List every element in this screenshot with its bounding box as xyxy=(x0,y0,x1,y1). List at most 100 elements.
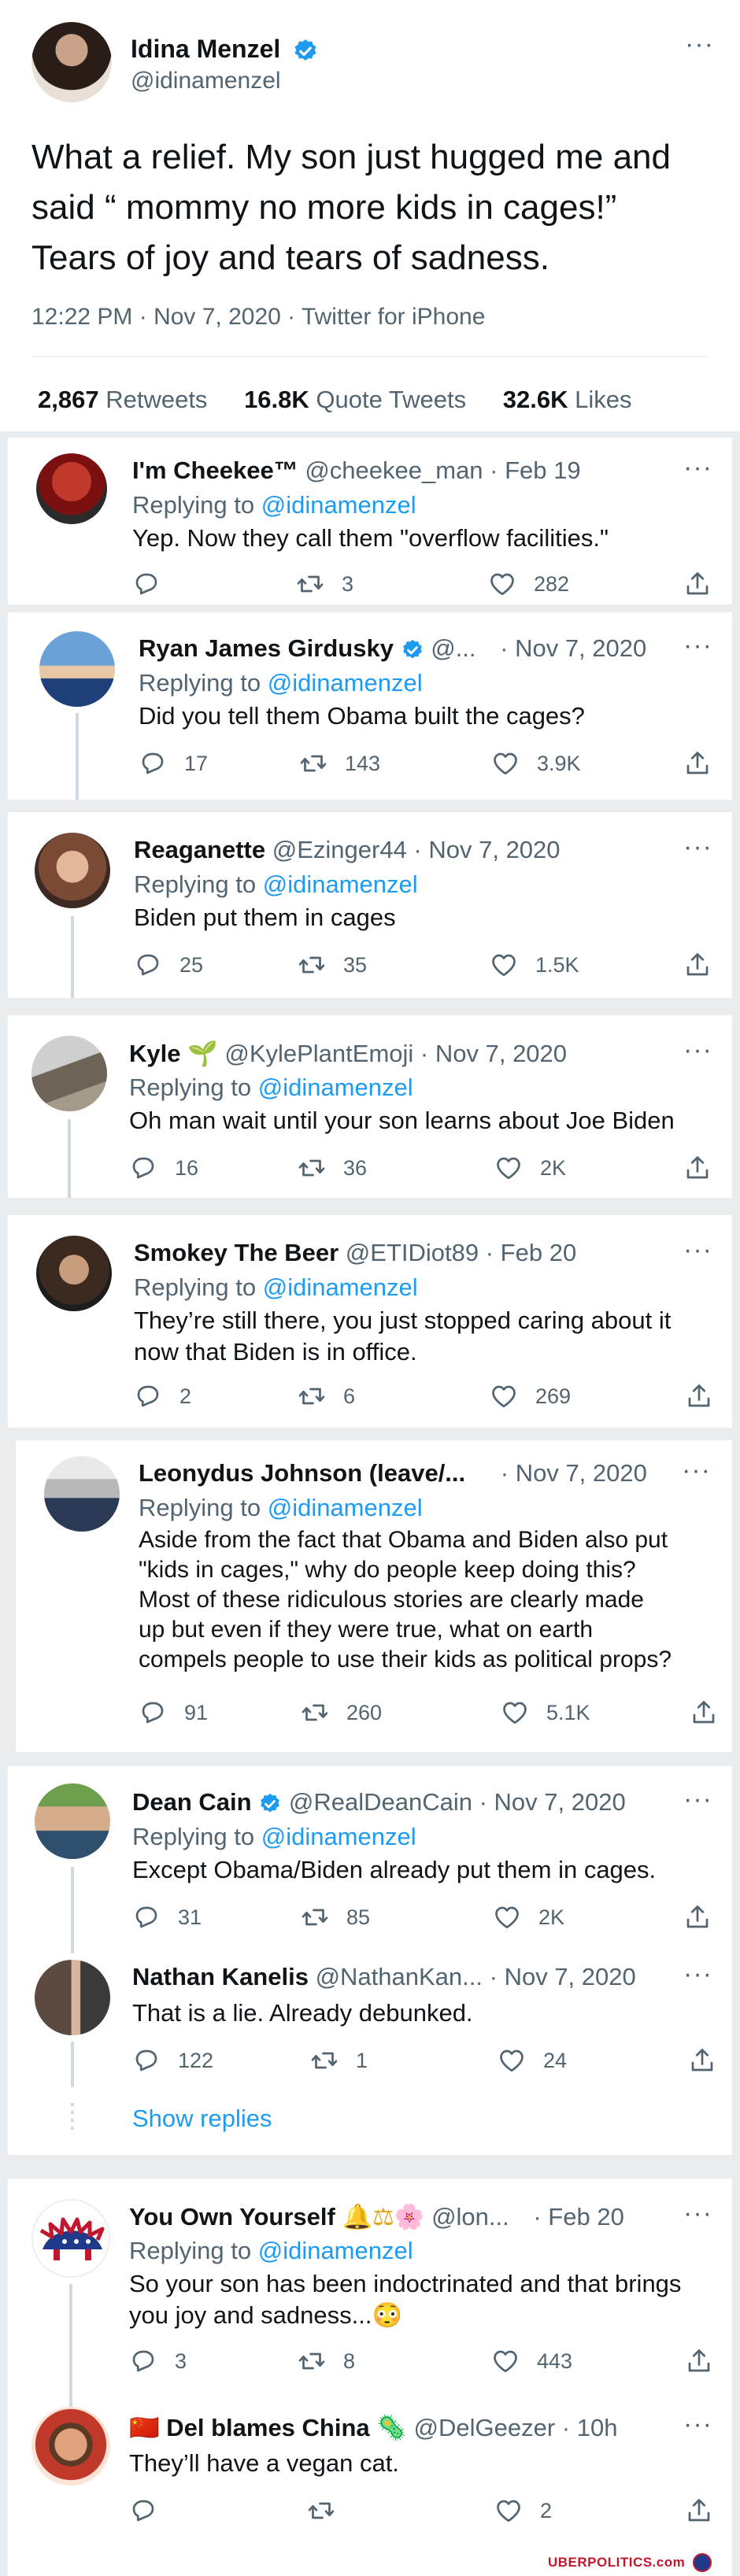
author-name[interactable]: Dean Cain xyxy=(132,1788,252,1816)
more-options-icon[interactable]: ··· xyxy=(683,833,712,860)
like-action[interactable]: 3.9K xyxy=(491,749,581,778)
reply-action[interactable] xyxy=(129,2497,175,2525)
reply-action[interactable]: 3 xyxy=(129,2347,187,2375)
reply-action[interactable]: 91 xyxy=(139,1698,208,1727)
share-action[interactable] xyxy=(685,1382,731,1410)
avatar[interactable] xyxy=(35,833,110,908)
retweet-action[interactable]: 143 xyxy=(299,749,380,778)
reply-card[interactable]: I'm Cheekee™ @cheekee_man · Feb 19 ··· R… xyxy=(8,438,732,604)
author-handle[interactable]: @DelGeezer xyxy=(414,2414,556,2441)
more-options-icon[interactable]: ··· xyxy=(683,1786,712,1813)
porcupine-logo-avatar[interactable] xyxy=(31,2199,110,2278)
main-author-name[interactable]: Idina Menzel xyxy=(131,35,280,63)
share-action[interactable] xyxy=(683,1154,729,1182)
more-options-icon[interactable]: ··· xyxy=(683,2200,712,2227)
author-name[interactable]: Reaganette xyxy=(134,836,265,863)
reply-card[interactable]: Reaganette @Ezinger44 · Nov 7, 2020 ··· … xyxy=(8,812,732,998)
author-handle[interactable]: @... xyxy=(431,634,475,662)
more-options-icon[interactable]: ··· xyxy=(683,632,712,659)
tweet-date[interactable]: · Nov 7, 2020 xyxy=(413,836,560,863)
author-name[interactable]: I'm Cheekee™ xyxy=(132,456,298,484)
quote-count[interactable]: 16.8K xyxy=(244,386,309,413)
reply-action[interactable] xyxy=(132,570,178,598)
author-handle[interactable]: @Ezinger44 xyxy=(272,836,407,863)
reply-card[interactable]: Kyle 🌱 @KylePlantEmoji · Nov 7, 2020 ···… xyxy=(8,1015,732,1198)
reply-action[interactable]: 2 xyxy=(134,1382,191,1410)
share-action[interactable] xyxy=(683,749,729,778)
author-handle[interactable]: @NathanKan... xyxy=(316,1963,483,1990)
author-handle[interactable]: @ETIDiot89 xyxy=(346,1239,479,1266)
replying-handle-link[interactable]: @idinamenzel xyxy=(268,669,423,697)
retweet-action[interactable]: 8 xyxy=(298,2347,355,2375)
author-handle[interactable]: @RealDeanCain xyxy=(289,1788,472,1816)
avatar[interactable] xyxy=(31,1036,107,1111)
reply-action[interactable]: 31 xyxy=(132,1903,202,1931)
like-action[interactable]: 24 xyxy=(498,2046,567,2075)
main-author-handle[interactable]: @idinamenzel xyxy=(131,68,281,94)
author-name[interactable]: You Own Yourself xyxy=(129,2203,335,2230)
tweet-date[interactable]: · Nov 7, 2020 xyxy=(420,1040,567,1067)
more-options-icon[interactable]: ··· xyxy=(682,1457,711,1484)
replying-handle-link[interactable]: @idinamenzel xyxy=(263,870,418,898)
more-options-icon[interactable]: ··· xyxy=(683,1236,712,1263)
author-handle[interactable]: @KylePlantEmoji xyxy=(224,1040,413,1067)
reply-card[interactable]: Ryan James Girdusky @... · Nov 7, 2020 ·… xyxy=(8,612,732,800)
retweet-action[interactable]: 6 xyxy=(298,1382,355,1410)
author-name[interactable]: Nathan Kanelis xyxy=(132,1963,309,1990)
share-action[interactable] xyxy=(685,2347,731,2375)
author-name[interactable]: Del blames China xyxy=(166,2414,369,2441)
replying-handle-link[interactable]: @idinamenzel xyxy=(258,1074,413,1101)
reply-action[interactable]: 16 xyxy=(129,1154,198,1182)
share-action[interactable] xyxy=(688,2046,734,2075)
avatar[interactable] xyxy=(36,453,107,524)
tweet-date[interactable]: · Nov 7, 2020 xyxy=(501,1459,647,1487)
tweet-date[interactable]: · Feb 20 xyxy=(533,2203,623,2230)
more-options-icon[interactable]: ··· xyxy=(683,454,712,481)
author-handle[interactable]: @lon... xyxy=(431,2203,509,2230)
like-action[interactable]: 443 xyxy=(491,2347,572,2375)
show-replies-link[interactable]: Show replies xyxy=(132,2105,272,2133)
like-action[interactable]: 2K xyxy=(494,1154,566,1182)
author-handle[interactable]: @cheekee_man xyxy=(305,456,483,484)
reply-card[interactable]: Smokey The Beer @ETIDiot89 · Feb 20 ··· … xyxy=(8,1215,732,1428)
more-options-icon[interactable]: ··· xyxy=(683,1961,712,1987)
replying-handle-link[interactable]: @idinamenzel xyxy=(263,1273,418,1301)
like-label[interactable]: Likes xyxy=(575,386,631,413)
tweet-date[interactable]: · Feb 20 xyxy=(486,1239,576,1266)
share-action[interactable] xyxy=(683,570,729,598)
tweet-date[interactable]: · Nov 7, 2020 xyxy=(500,634,646,662)
replying-handle-link[interactable]: @idinamenzel xyxy=(268,1494,423,1521)
like-count[interactable]: 32.6K xyxy=(503,386,568,413)
avatar[interactable] xyxy=(31,2407,110,2485)
author-name[interactable]: Ryan James Girdusky xyxy=(139,634,394,662)
avatar[interactable] xyxy=(35,1783,110,1859)
share-action[interactable] xyxy=(685,2497,731,2525)
retweet-action[interactable]: 1 xyxy=(310,2046,368,2075)
main-avatar[interactable] xyxy=(31,22,112,102)
avatar[interactable] xyxy=(36,1236,112,1311)
quote-label[interactable]: Quote Tweets xyxy=(316,386,466,413)
replying-handle-link[interactable]: @idinamenzel xyxy=(258,2237,413,2264)
retweet-action[interactable]: 3 xyxy=(296,570,353,598)
avatar[interactable] xyxy=(39,631,115,707)
tweet-date[interactable]: · Nov 7, 2020 xyxy=(490,1963,636,1990)
more-options-icon[interactable]: ··· xyxy=(683,1037,712,1063)
share-action[interactable] xyxy=(683,1903,729,1931)
retweet-count[interactable]: 2,867 xyxy=(38,386,99,413)
more-options-icon[interactable]: ··· xyxy=(683,2411,712,2437)
like-action[interactable]: 5.1K xyxy=(501,1698,590,1727)
like-action[interactable]: 2K xyxy=(493,1903,564,1931)
retweet-action[interactable]: 35 xyxy=(298,951,367,979)
retweet-label[interactable]: Retweets xyxy=(105,386,207,413)
like-action[interactable]: 269 xyxy=(490,1382,571,1410)
more-options-icon[interactable]: ··· xyxy=(685,31,714,57)
reply-card[interactable]: Leonydus Johnson (leave/... · Nov 7, 202… xyxy=(16,1440,732,1752)
tweet-date[interactable]: · Feb 19 xyxy=(490,456,580,484)
replying-handle-link[interactable]: @idinamenzel xyxy=(261,1823,416,1850)
avatar[interactable] xyxy=(44,1456,120,1532)
replying-handle-link[interactable]: @idinamenzel xyxy=(261,491,416,519)
avatar[interactable] xyxy=(35,1960,110,2035)
reply-action[interactable]: 122 xyxy=(132,2046,213,2075)
reply-action[interactable]: 25 xyxy=(134,951,203,979)
author-name[interactable]: Leonydus Johnson (leave/... xyxy=(139,1459,465,1487)
